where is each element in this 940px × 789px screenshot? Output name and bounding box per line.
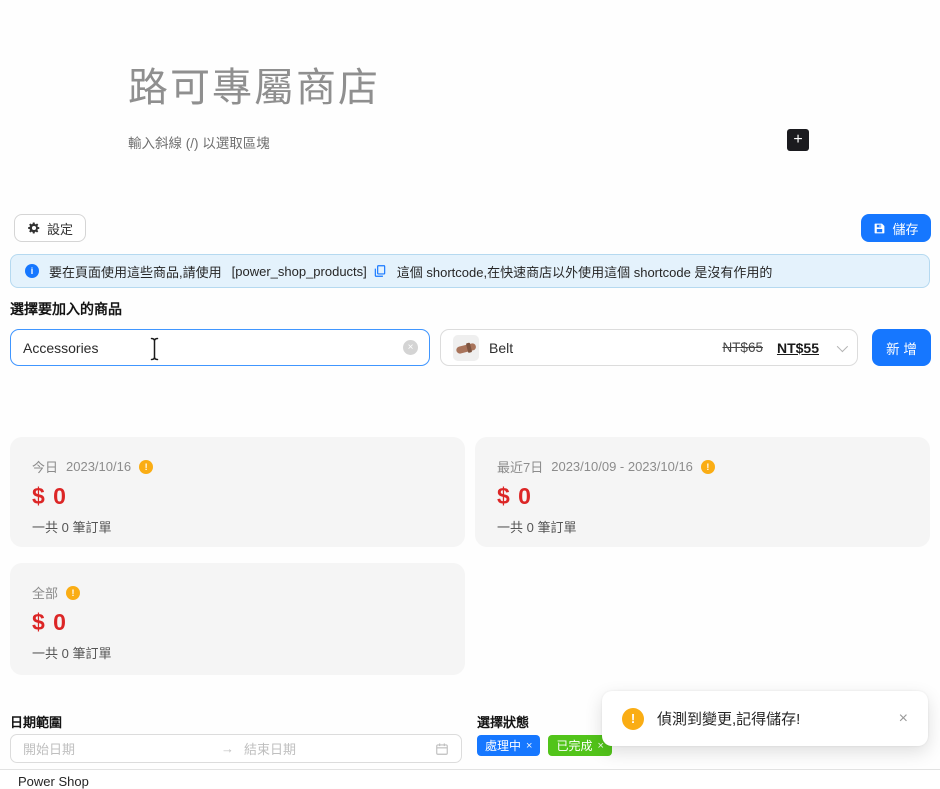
gear-icon: [27, 221, 41, 235]
banner-text-before: 要在頁面使用這些商品,請使用: [49, 262, 222, 281]
remove-tag-icon[interactable]: ×: [526, 740, 532, 752]
end-date-placeholder: 結束日期: [244, 739, 435, 758]
stat-card-last7days: 最近7日 2023/10/09 - 2023/10/16 ! $ 0 一共 0 …: [475, 437, 930, 547]
copy-icon[interactable]: [373, 264, 387, 278]
warning-tooltip-icon[interactable]: !: [139, 460, 153, 474]
product-picker-label: 選擇要加入的商品: [10, 299, 122, 319]
plus-icon: +: [793, 131, 802, 148]
page-title[interactable]: 路可專屬商店: [128, 55, 380, 113]
banner-text-after: 這個 shortcode,在快速商店以外使用這個 shortcode 是沒有作用…: [397, 262, 773, 281]
stat-label: 今日: [32, 457, 58, 476]
stat-amount: $ 0: [32, 483, 443, 510]
info-icon: i: [25, 264, 39, 278]
settings-button-label: 設定: [47, 219, 73, 238]
product-original-price: NT$65: [722, 340, 763, 355]
unsaved-changes-toast: ! 偵測到變更,記得儲存! ×: [602, 691, 928, 746]
save-icon: [873, 222, 886, 235]
save-button-label: 儲存: [892, 219, 918, 238]
stat-label: 最近7日: [497, 457, 543, 476]
settings-button[interactable]: 設定: [14, 214, 86, 242]
status-filter-label: 選擇狀態: [477, 712, 529, 731]
add-block-button[interactable]: +: [787, 129, 809, 151]
status-tag-processing: 處理中 ×: [477, 735, 540, 756]
stat-period: 2023/10/09 - 2023/10/16: [551, 459, 693, 474]
plugin-footer: Power Shop: [0, 769, 940, 788]
product-thumbnail: [453, 335, 479, 361]
toast-close-icon[interactable]: ×: [899, 710, 908, 728]
save-button[interactable]: 儲存: [861, 214, 931, 242]
shortcode-info-banner: i 要在頁面使用這些商品,請使用 [power_shop_products] 這…: [10, 254, 930, 288]
add-product-button[interactable]: 新 增: [872, 329, 931, 366]
status-tags: 處理中 × 已完成 ×: [477, 735, 612, 756]
status-tag-label: 處理中: [485, 737, 521, 754]
start-date-placeholder: 開始日期: [23, 739, 221, 758]
date-range-input[interactable]: 開始日期 → 結束日期: [10, 734, 462, 763]
block-placeholder[interactable]: 輸入斜線 (/) 以選取區塊: [128, 132, 270, 152]
product-search-box[interactable]: ×: [10, 329, 430, 366]
warning-icon: !: [622, 708, 644, 730]
date-range-label: 日期範圍: [10, 712, 62, 731]
calendar-icon[interactable]: [435, 742, 449, 756]
clear-search-icon[interactable]: ×: [403, 340, 418, 355]
status-tag-label: 已完成: [556, 737, 592, 754]
stat-orders: 一共 0 筆訂單: [32, 517, 443, 536]
text-cursor-pointer: [149, 337, 160, 361]
chevron-down-icon: [837, 340, 848, 351]
stat-amount: $ 0: [497, 483, 908, 510]
stat-period: 2023/10/16: [66, 459, 131, 474]
warning-tooltip-icon[interactable]: !: [66, 586, 80, 600]
toast-message: 偵測到變更,記得儲存!: [657, 708, 886, 729]
stat-card-all: 全部 ! $ 0 一共 0 筆訂單: [10, 563, 465, 675]
arrow-right-icon: →: [221, 741, 234, 756]
stat-label: 全部: [32, 583, 58, 602]
product-select[interactable]: Belt NT$65 NT$55: [440, 329, 858, 366]
stat-orders: 一共 0 筆訂單: [497, 517, 908, 536]
stat-orders: 一共 0 筆訂單: [32, 643, 443, 662]
shortcode-text: [power_shop_products]: [232, 264, 367, 279]
product-name: Belt: [489, 340, 513, 356]
stat-card-today: 今日 2023/10/16 ! $ 0 一共 0 筆訂單: [10, 437, 465, 547]
stat-amount: $ 0: [32, 609, 443, 636]
warning-tooltip-icon[interactable]: !: [701, 460, 715, 474]
product-sale-price: NT$55: [777, 340, 819, 356]
product-search-input[interactable]: [23, 340, 417, 356]
